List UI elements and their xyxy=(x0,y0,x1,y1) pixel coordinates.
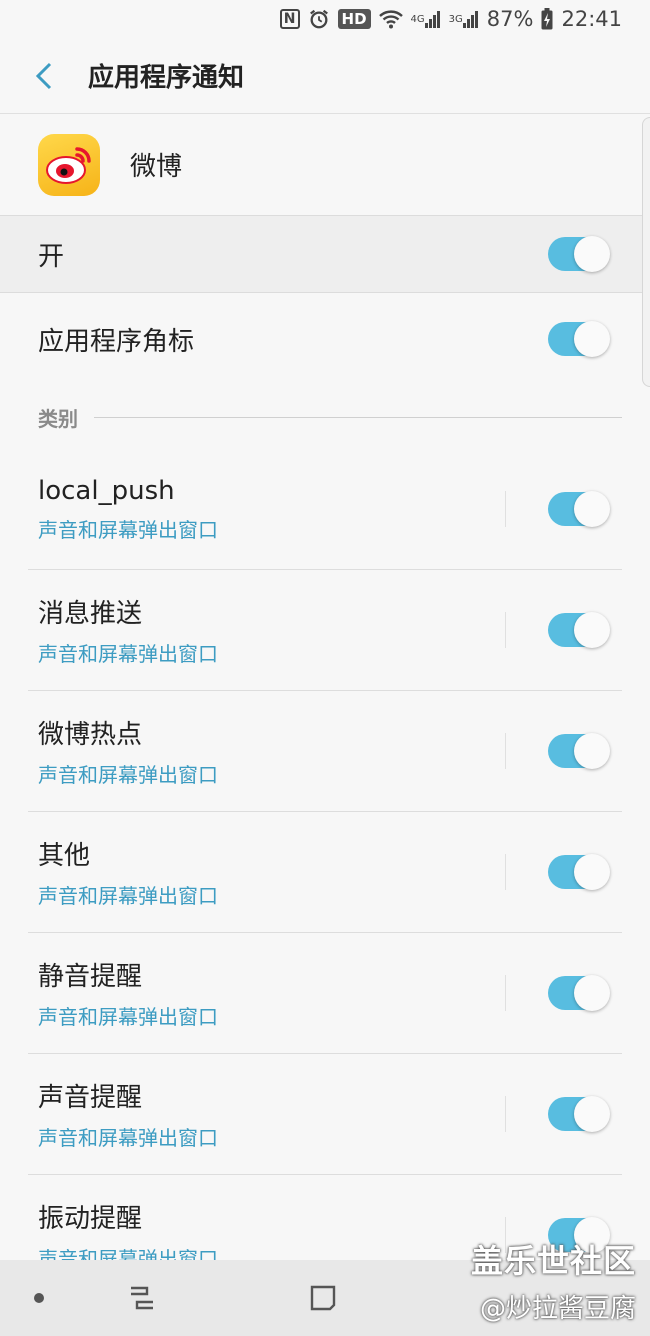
channel-subtitle: 声音和屏幕弹出窗口 xyxy=(38,763,218,787)
vertical-divider xyxy=(505,491,506,527)
app-header: 微博 xyxy=(0,114,650,216)
channel-subtitle: 声音和屏幕弹出窗口 xyxy=(38,884,218,908)
master-switch[interactable] xyxy=(548,236,610,272)
switch-knob xyxy=(574,733,610,769)
channel-switch-message-push[interactable] xyxy=(548,612,610,648)
net-3g-label: 3G xyxy=(448,13,463,25)
channel-text: local_push 声音和屏幕弹出窗口 xyxy=(38,476,218,543)
app-bar: 应用程序通知 xyxy=(0,38,650,114)
channel-text: 静音提醒 声音和屏幕弹出窗口 xyxy=(38,956,218,1030)
signal-3g-icon: 3G xyxy=(449,10,479,28)
weibo-logo-icon xyxy=(38,133,100,196)
category-header: 类别 xyxy=(0,385,650,449)
switch-knob xyxy=(574,491,610,527)
channel-title: 其他 xyxy=(38,841,91,871)
wifi-icon xyxy=(378,9,403,29)
channel-title: 振动提醒 xyxy=(38,1204,143,1234)
vertical-divider xyxy=(505,1096,506,1132)
category-label: 类别 xyxy=(38,406,78,431)
vertical-divider xyxy=(505,733,506,769)
master-toggle-row[interactable]: 开 xyxy=(0,216,650,293)
channel-switch-other[interactable] xyxy=(548,854,610,890)
watermark: 盖乐世社区 @炒拉酱豆腐 xyxy=(471,1236,636,1325)
nfc-icon: N xyxy=(279,9,300,29)
channel-title: 消息推送 xyxy=(38,599,143,629)
switch-knob xyxy=(574,321,610,357)
channel-switch-hot-topics[interactable] xyxy=(548,733,610,769)
watermark-subtitle: @炒拉酱豆腐 xyxy=(479,1294,636,1324)
channel-switch-local-push[interactable] xyxy=(548,491,610,527)
home-icon xyxy=(310,1285,336,1311)
page-title: 应用程序通知 xyxy=(88,63,245,93)
channel-list: local_push 声音和屏幕弹出窗口 消息推送 声音和屏幕弹出窗口 微博热点… xyxy=(0,449,650,1296)
alarm-icon xyxy=(308,8,330,30)
back-button[interactable] xyxy=(0,38,88,114)
channel-title: 静音提醒 xyxy=(38,962,143,992)
switch-knob xyxy=(574,975,610,1011)
switch-knob xyxy=(574,612,610,648)
clock: 22:41 xyxy=(561,7,622,31)
vertical-divider xyxy=(505,612,506,648)
hd-voice-badge: HD xyxy=(337,9,371,29)
channel-controls xyxy=(505,975,610,1011)
nav-hide-dot[interactable] xyxy=(34,1293,44,1303)
battery-percent: 87% xyxy=(486,7,534,31)
channel-row-hot-topics[interactable]: 微博热点 声音和屏幕弹出窗口 xyxy=(28,691,622,812)
master-toggle-label: 开 xyxy=(38,241,65,272)
scrollbar[interactable] xyxy=(642,117,650,387)
app-badge-row[interactable]: 应用程序角标 xyxy=(0,293,650,385)
app-name: 微博 xyxy=(130,152,183,182)
channel-row-silent-alert[interactable]: 静音提醒 声音和屏幕弹出窗口 xyxy=(28,933,622,1054)
channel-title: 微博热点 xyxy=(38,720,143,750)
channel-row-sound-alert[interactable]: 声音提醒 声音和屏幕弹出窗口 xyxy=(28,1054,622,1175)
watermark-title: 盖乐世社区 xyxy=(470,1242,636,1280)
channel-subtitle: 声音和屏幕弹出窗口 xyxy=(38,1005,218,1029)
signal-4g-icon: 4G xyxy=(411,10,441,28)
channel-controls xyxy=(505,612,610,648)
app-badge-switch[interactable] xyxy=(548,321,610,357)
channel-subtitle: 声音和屏幕弹出窗口 xyxy=(38,1126,218,1150)
channel-row-message-push[interactable]: 消息推送 声音和屏幕弹出窗口 xyxy=(28,570,622,691)
category-divider xyxy=(94,416,622,418)
switch-knob xyxy=(574,236,610,272)
channel-controls xyxy=(505,1096,610,1132)
net-4g-label: 4G xyxy=(410,13,425,25)
channel-row-local-push[interactable]: local_push 声音和屏幕弹出窗口 xyxy=(28,449,622,570)
channel-switch-sound-alert[interactable] xyxy=(548,1096,610,1132)
home-button[interactable] xyxy=(303,1280,343,1316)
channel-controls xyxy=(505,491,610,527)
chevron-left-icon xyxy=(35,62,52,89)
channel-title: local_push xyxy=(38,475,175,506)
content-area: 应用程序通知 微博 开 应用程序角标 类别 local_push 声音和屏幕弹出… xyxy=(0,38,650,1298)
channel-text: 声音提醒 声音和屏幕弹出窗口 xyxy=(38,1077,218,1151)
channel-title: 声音提醒 xyxy=(38,1083,143,1113)
status-bar: N HD 4G 3G 87% 22:41 xyxy=(0,0,650,38)
switch-knob xyxy=(574,854,610,890)
switch-knob xyxy=(574,1096,610,1132)
channel-subtitle: 声音和屏幕弹出窗口 xyxy=(38,642,218,666)
channel-switch-silent-alert[interactable] xyxy=(548,975,610,1011)
channel-row-other[interactable]: 其他 声音和屏幕弹出窗口 xyxy=(28,812,622,933)
channel-subtitle: 声音和屏幕弹出窗口 xyxy=(38,517,218,542)
vertical-divider xyxy=(505,975,506,1011)
recents-button[interactable] xyxy=(122,1280,162,1316)
channel-text: 微博热点 声音和屏幕弹出窗口 xyxy=(38,714,218,788)
channel-controls xyxy=(505,854,610,890)
app-badge-label: 应用程序角标 xyxy=(38,326,195,357)
channel-text: 其他 声音和屏幕弹出窗口 xyxy=(38,835,218,909)
channel-text: 消息推送 声音和屏幕弹出窗口 xyxy=(38,593,218,667)
channel-controls xyxy=(505,733,610,769)
recents-icon xyxy=(131,1286,153,1310)
battery-charging-icon xyxy=(541,8,553,30)
vertical-divider xyxy=(505,854,506,890)
